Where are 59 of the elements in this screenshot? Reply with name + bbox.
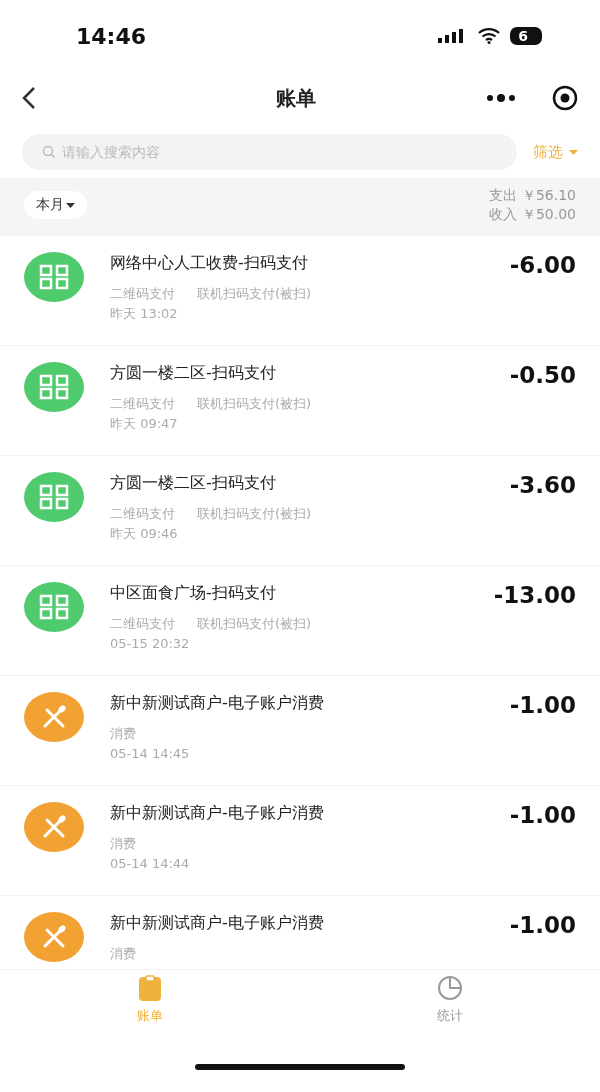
transaction-title: 网络中心人工收费-扫码支付 (110, 252, 309, 274)
transaction-time: 05-15 20:32 (110, 635, 191, 653)
qr-payment-icon (24, 252, 84, 302)
transaction-amount: -3.60 (509, 472, 576, 500)
cutlery-icon (24, 692, 84, 742)
payment-detail: 联机扫码支付(被扫) (197, 505, 312, 523)
more-icon[interactable] (486, 94, 516, 102)
back-icon[interactable] (22, 86, 36, 110)
expense-total: 支出 ￥56.10 (489, 186, 576, 205)
transaction-time: 05-14 14:45 (110, 745, 191, 763)
transaction-row[interactable]: 方圆一楼二区-扫码支付 二维码支付 联机扫码支付(被扫) 昨天 09:47 -0.50 (0, 346, 600, 456)
transaction-row[interactable]: 中区面食广场-扫码支付 二维码支付 联机扫码支付(被扫) 05-15 20:32 -13.00 (0, 566, 600, 676)
payment-detail: 联机扫码支付(被扫) (197, 395, 312, 413)
pie-chart-icon (437, 975, 463, 1001)
clipboard-icon (139, 975, 161, 1001)
payment-method: 二维码支付 (110, 285, 175, 303)
qr-payment-icon (24, 582, 84, 632)
qr-payment-icon (24, 362, 84, 412)
caret-icon (66, 202, 75, 208)
transaction-row[interactable]: 新中新测试商户-电子账户消费 消费 05-14 14:44 -1.00 (0, 786, 600, 896)
transaction-amount: -1.00 (509, 692, 576, 720)
transaction-time: 昨天 09:46 (110, 525, 179, 543)
cutlery-icon (24, 912, 84, 962)
cutlery-icon (24, 802, 84, 852)
transaction-title: 新中新测试商户-电子账户消费 (110, 802, 325, 824)
transaction-amount: -6.00 (509, 252, 576, 280)
payment-method: 消费 (110, 945, 136, 963)
payment-detail: 联机扫码支付(被扫) (197, 615, 312, 633)
caret-icon (569, 149, 578, 155)
transaction-time: 昨天 13:02 (110, 305, 179, 323)
transaction-title: 新中新测试商户-电子账户消费 (110, 912, 325, 934)
page-title: 账单 (276, 84, 316, 112)
qr-payment-icon (24, 472, 84, 522)
payment-method: 二维码支付 (110, 395, 175, 413)
period-dropdown[interactable]: 本月 (24, 191, 87, 219)
transaction-title: 方圆一楼二区-扫码支付 (110, 362, 277, 384)
income-total: 收入 ￥50.00 (489, 205, 576, 224)
target-icon[interactable] (552, 85, 578, 111)
payment-method: 二维码支付 (110, 615, 175, 633)
transaction-title: 方圆一楼二区-扫码支付 (110, 472, 277, 494)
transaction-row[interactable]: 网络中心人工收费-扫码支付 二维码支付 联机扫码支付(被扫) 昨天 13:02 -6.00 (0, 236, 600, 346)
transaction-title: 中区面食广场-扫码支付 (110, 582, 277, 604)
status-time: 14:46 (76, 23, 147, 49)
battery-level: 6 (510, 27, 542, 45)
payment-method: 消费 (110, 835, 136, 853)
transaction-row[interactable]: 方圆一楼二区-扫码支付 二维码支付 联机扫码支付(被扫) 昨天 09:46 -3.60 (0, 456, 600, 566)
payment-method: 二维码支付 (110, 505, 175, 523)
wifi-icon (478, 28, 501, 44)
transaction-amount: -1.00 (509, 912, 576, 940)
transaction-amount: -13.00 (493, 582, 576, 610)
transaction-amount: -1.00 (509, 802, 576, 830)
transaction-row[interactable]: 新中新测试商户-电子账户消费 消费 05-14 14:45 -1.00 (0, 676, 600, 786)
payment-method: 消费 (110, 725, 136, 743)
payment-detail: 联机扫码支付(被扫) (197, 285, 312, 303)
transaction-amount: -0.50 (509, 362, 576, 390)
transaction-time: 05-14 14:44 (110, 855, 191, 873)
transaction-title: 新中新测试商户-电子账户消费 (110, 692, 325, 714)
search-icon (42, 145, 56, 159)
transaction-time: 昨天 09:47 (110, 415, 179, 433)
